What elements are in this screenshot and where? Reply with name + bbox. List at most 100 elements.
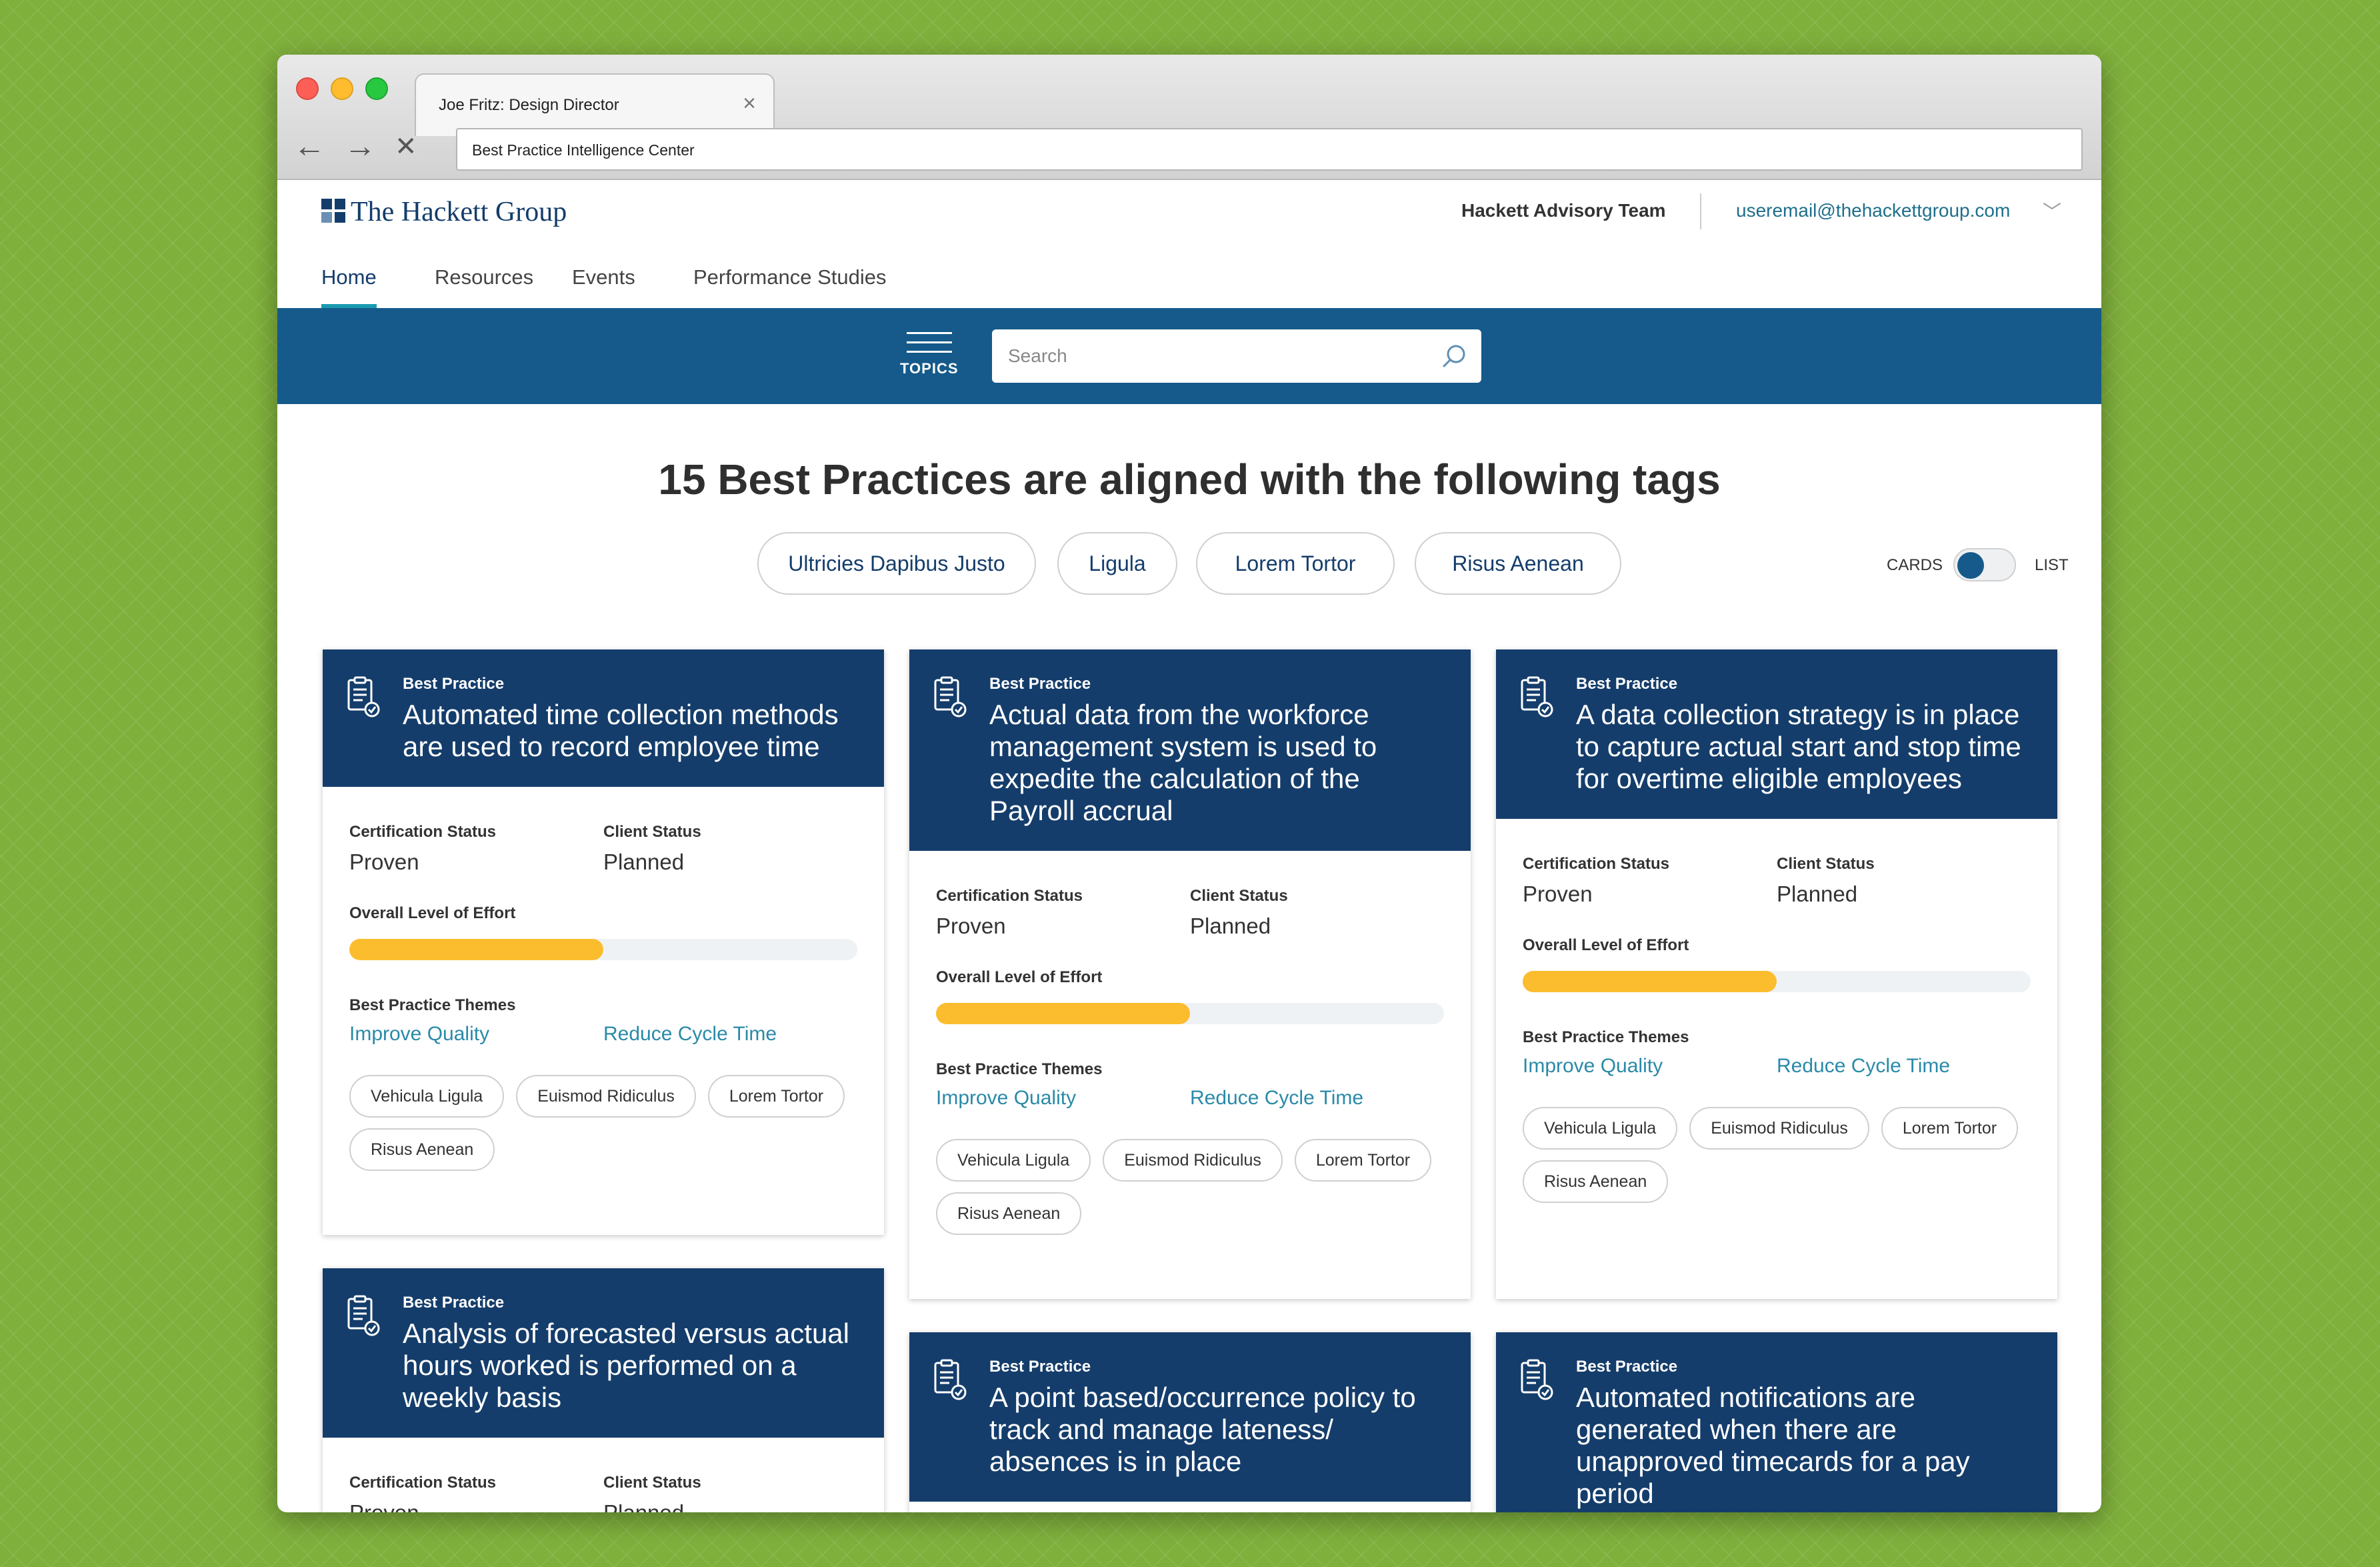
card-body: Certification Status Proven Client Statu… [909,851,1471,1272]
results-heading: 15 Best Practices are aligned with the f… [658,455,1721,503]
switch-knob [1957,552,1984,579]
nav-events[interactable]: Events [572,265,635,304]
card-title[interactable]: Automated time collection methods are us… [403,699,857,763]
certification-status-value: Proven [1523,882,1593,906]
nav-performance-studies[interactable]: Performance Studies [693,265,886,304]
maximize-window-button[interactable] [365,77,388,100]
tag-pill[interactable]: Lorem Tortor [1196,532,1395,595]
search-band: TOPICS [277,308,2101,404]
effort-bar [349,939,857,960]
clipboard-check-icon [934,676,967,717]
card-type-label: Best Practice [403,675,505,693]
client-status-label: Client Status [1190,887,1288,905]
card-title[interactable]: Analysis of forecasted versus actual hou… [403,1318,857,1414]
effort-bar-fill [936,1003,1190,1024]
list-view-label[interactable]: LIST [2035,556,2069,575]
tab-title: Joe Fritz: Design Director [439,96,619,114]
topics-label: TOPICS [900,360,959,377]
tag-pill[interactable]: Risus Aenean [1415,532,1621,595]
best-practice-card[interactable]: Best Practice Actual data from the workf… [909,649,1471,1299]
theme-link[interactable]: Improve Quality [349,1023,603,1046]
card-tag-chip[interactable]: Vehicula Ligula [1523,1107,1678,1150]
nav-resources[interactable]: Resources [435,265,533,304]
theme-link[interactable]: Reduce Cycle Time [603,1023,857,1046]
cards-view-label[interactable]: CARDS [1887,556,1943,575]
certification-status-label: Certification Status [349,1474,497,1492]
card-header: Best Practice Analysis of forecasted ver… [323,1268,884,1438]
card-tag-chip[interactable]: Lorem Tortor [1881,1107,2019,1150]
hamburger-icon [906,332,952,353]
card-tag-chip[interactable]: Vehicula Ligula [349,1075,505,1118]
card-tag-chip[interactable]: Euismod Ridiculus [1103,1139,1283,1182]
close-window-button[interactable] [296,77,319,100]
client-status-value: Planned [1777,882,1858,906]
client-status-value: Planned [603,850,685,874]
card-tags: Vehicula Ligula Euismod Ridiculus Lorem … [349,1075,857,1182]
best-practice-card[interactable]: Best Practice Analysis of forecasted ver… [323,1268,884,1512]
card-header: Best Practice Automated time collection … [323,649,884,787]
search-box [992,329,1481,383]
card-title[interactable]: Actual data from the workforce managemen… [989,699,1444,827]
effort-label: Overall Level of Effort [936,968,1103,986]
card-title[interactable]: A point based/occurrence policy to track… [989,1382,1444,1478]
card-header: Best Practice A point based/occurrence p… [909,1332,1471,1502]
minimize-window-button[interactable] [331,77,353,100]
card-type-label: Best Practice [1576,675,1678,693]
theme-link[interactable]: Reduce Cycle Time [1777,1055,2031,1078]
back-arrow-icon[interactable]: ← [293,131,325,163]
chevron-down-icon[interactable]: ﹀ [2043,197,2061,224]
user-email-menu[interactable]: useremail@thehackettgroup.com [1736,200,2010,221]
nav-home[interactable]: Home [321,265,377,308]
card-tag-chip[interactable]: Lorem Tortor [707,1075,845,1118]
certification-status-label: Certification Status [349,823,497,841]
clipboard-check-icon [347,676,380,717]
effort-bar [1523,971,2031,992]
client-status-value: Planned [603,1500,857,1512]
address-bar[interactable]: Best Practice Intelligence Center [456,128,2083,171]
effort-label: Overall Level of Effort [349,904,516,922]
card-tag-chip[interactable]: Risus Aenean [349,1128,495,1171]
card-type-label: Best Practice [1576,1358,1678,1376]
best-practice-card[interactable]: Best Practice A point based/occurrence p… [909,1332,1471,1512]
search-icon[interactable] [1441,343,1468,369]
search-input[interactable] [1008,343,1408,369]
browser-window: Joe Fritz: Design Director × ← → ✕ Best … [277,55,2101,1512]
topics-menu-button[interactable]: TOPICS [900,332,959,377]
best-practice-card[interactable]: Best Practice Automated time collection … [323,649,884,1235]
card-tags: Vehicula Ligula Euismod Ridiculus Lorem … [1523,1107,2031,1214]
card-tag-chip[interactable]: Lorem Tortor [1294,1139,1432,1182]
themes-label: Best Practice Themes [1523,1028,1689,1046]
company-logo-text[interactable]: The Hackett Group [351,196,567,228]
best-practice-card[interactable]: Best Practice A data collection strategy… [1496,649,2057,1299]
card-tag-chip[interactable]: Risus Aenean [936,1192,1082,1235]
forward-arrow-icon[interactable]: → [344,131,376,163]
browser-tab[interactable]: Joe Fritz: Design Director × [415,73,775,136]
theme-link[interactable]: Improve Quality [1523,1055,1777,1078]
card-tag-chip[interactable]: Vehicula Ligula [936,1139,1091,1182]
card-body: Certification Status Proven Client Statu… [1496,819,2057,1240]
card-title[interactable]: A data collection strategy is in place t… [1576,699,2031,795]
card-tags: Vehicula Ligula Euismod Ridiculus Lorem … [936,1139,1444,1246]
card-tag-chip[interactable]: Euismod Ridiculus [1689,1107,1869,1150]
theme-link[interactable]: Reduce Cycle Time [1190,1087,1444,1110]
clipboard-check-icon [1521,1359,1553,1400]
tag-pill[interactable]: Ultricies Dapibus Justo [757,532,1036,595]
effort-bar-fill [349,939,603,960]
theme-link[interactable]: Improve Quality [936,1087,1190,1110]
card-title[interactable]: Automated notifications are generated wh… [1576,1382,2031,1510]
card-tag-chip[interactable]: Risus Aenean [1523,1160,1669,1203]
client-status-label: Client Status [603,823,701,841]
clipboard-check-icon [934,1359,967,1400]
effort-label: Overall Level of Effort [1523,936,1689,954]
stop-loading-icon[interactable]: ✕ [395,133,417,160]
best-practice-card[interactable]: Best Practice Automated notifications ar… [1496,1332,2057,1512]
tab-close-icon[interactable]: × [743,92,756,115]
client-status-label: Client Status [1777,855,1875,873]
tag-pill[interactable]: Ligula [1057,532,1177,595]
card-tag-chip[interactable]: Euismod Ridiculus [516,1075,696,1118]
certification-status-label: Certification Status [936,887,1083,905]
client-status-label: Client Status [603,1474,701,1492]
card-body: Certification Status Proven Client Statu… [323,787,884,1208]
certification-status-label: Certification Status [1523,855,1670,873]
cards-list-switch[interactable] [1953,548,2016,581]
